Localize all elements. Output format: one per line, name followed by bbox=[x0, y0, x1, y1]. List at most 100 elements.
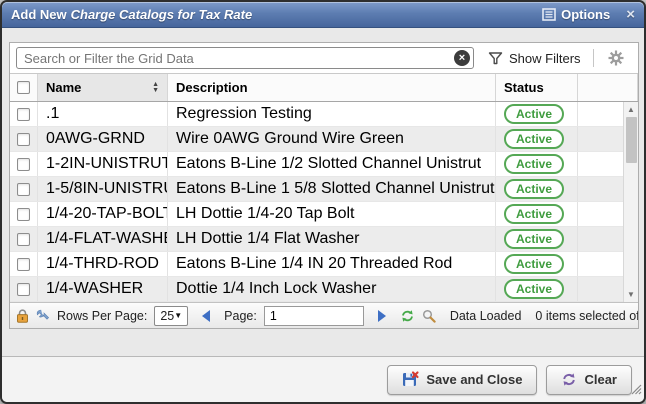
options-label: Options bbox=[561, 7, 610, 22]
search-input[interactable] bbox=[16, 47, 474, 69]
row-checkbox[interactable] bbox=[17, 208, 30, 221]
options-list-icon bbox=[542, 8, 556, 21]
row-checkbox[interactable] bbox=[17, 283, 30, 296]
status-cell: Active bbox=[496, 277, 578, 301]
resize-grip[interactable] bbox=[629, 382, 642, 400]
name-cell: 1/4-WASHER bbox=[38, 277, 168, 301]
filler-cell bbox=[578, 227, 623, 251]
checkbox-cell bbox=[10, 102, 38, 126]
grid-settings-button[interactable] bbox=[608, 50, 624, 66]
scrollbar-thumb[interactable] bbox=[626, 117, 637, 163]
add-charge-catalogs-dialog: Add New Charge Catalogs for Tax Rate Opt… bbox=[0, 0, 646, 404]
gear-icon bbox=[608, 50, 624, 66]
lock-button[interactable] bbox=[16, 309, 29, 323]
select-all-checkbox[interactable] bbox=[17, 81, 30, 94]
page-label: Page: bbox=[224, 309, 257, 323]
status-badge: Active bbox=[504, 104, 564, 124]
row-checkbox[interactable] bbox=[17, 158, 30, 171]
table-row[interactable]: 1-2IN-UNISTRUT Eatons B-Line 1/2 Slotted… bbox=[10, 152, 623, 177]
name-cell: 1/4-20-TAP-BOLT bbox=[38, 202, 168, 226]
magnifier-icon bbox=[422, 309, 436, 323]
clear-button[interactable]: Clear bbox=[546, 365, 632, 395]
name-cell: 1/4-FLAT-WASHER bbox=[38, 227, 168, 251]
table-row[interactable]: 1-5/8IN-UNISTRUT Eatons B-Line 1 5/8 Slo… bbox=[10, 177, 623, 202]
grid-footer: Rows Per Page: 25 ▼ Page: bbox=[10, 302, 638, 328]
filler-cell bbox=[578, 202, 623, 226]
description-cell: LH Dottie 1/4-20 Tap Bolt bbox=[168, 202, 496, 226]
description-cell: Regression Testing bbox=[168, 102, 496, 126]
dialog-title-prefix: Add New bbox=[11, 7, 67, 22]
refresh-button[interactable] bbox=[400, 309, 415, 323]
table-row[interactable]: 1/4-FLAT-WASHER LH Dottie 1/4 Flat Washe… bbox=[10, 227, 623, 252]
rows-per-page-value: 25 bbox=[160, 309, 174, 323]
checkbox-cell bbox=[10, 152, 38, 176]
status-cell: Active bbox=[496, 227, 578, 251]
dialog-title-entity: Charge Catalogs for Tax Rate bbox=[71, 7, 253, 22]
column-header-status[interactable]: Status bbox=[496, 74, 578, 101]
table-row[interactable]: 1/4-WASHER Dottie 1/4 Inch Lock Washer A… bbox=[10, 277, 623, 302]
checkbox-cell bbox=[10, 177, 38, 201]
filler-cell bbox=[578, 127, 623, 151]
row-checkbox[interactable] bbox=[17, 108, 30, 121]
name-cell: 0AWG-GRND bbox=[38, 127, 168, 151]
search-clear-icon[interactable]: × bbox=[454, 50, 470, 66]
filler-cell bbox=[578, 152, 623, 176]
name-cell: .1 bbox=[38, 102, 168, 126]
status-cell: Active bbox=[496, 127, 578, 151]
filler-cell bbox=[578, 102, 623, 126]
save-and-close-label: Save and Close bbox=[426, 372, 522, 387]
rows-per-page-select[interactable]: 25 ▼ bbox=[154, 306, 188, 326]
data-loaded-status: Data Loaded bbox=[450, 309, 522, 323]
options-button[interactable]: Options bbox=[542, 7, 610, 22]
search-grid-button[interactable] bbox=[422, 309, 436, 323]
save-disk-icon bbox=[402, 371, 419, 388]
filter-funnel-icon bbox=[488, 51, 503, 66]
description-cell: Eatons B-Line 1 5/8 Slotted Channel Unis… bbox=[168, 177, 496, 201]
page-number-input[interactable] bbox=[264, 306, 364, 326]
scroll-up-icon[interactable]: ▲ bbox=[624, 105, 638, 114]
table-row[interactable]: 1/4-THRD-ROD Eatons B-Line 1/4 IN 20 Thr… bbox=[10, 252, 623, 277]
description-cell: Wire 0AWG Ground Wire Green bbox=[168, 127, 496, 151]
status-cell: Active bbox=[496, 102, 578, 126]
row-checkbox[interactable] bbox=[17, 233, 30, 246]
selection-count: 0 items selected of bbox=[535, 309, 638, 323]
table-row[interactable]: .1 Regression Testing Active bbox=[10, 102, 623, 127]
next-page-button[interactable] bbox=[378, 310, 386, 322]
resize-grip-icon bbox=[629, 382, 642, 395]
chevron-down-icon: ▼ bbox=[174, 311, 182, 320]
lock-icon bbox=[16, 309, 29, 323]
table-row[interactable]: 1/4-20-TAP-BOLT LH Dottie 1/4-20 Tap Bol… bbox=[10, 202, 623, 227]
row-checkbox[interactable] bbox=[17, 133, 30, 146]
column-header-name[interactable]: Name ▲ ▼ bbox=[38, 74, 168, 101]
previous-page-button[interactable] bbox=[202, 310, 210, 322]
row-checkbox[interactable] bbox=[17, 183, 30, 196]
description-cell: Eatons B-Line 1/2 Slotted Channel Unistr… bbox=[168, 152, 496, 176]
description-cell: Dottie 1/4 Inch Lock Washer bbox=[168, 277, 496, 301]
status-badge: Active bbox=[504, 279, 564, 299]
close-icon[interactable]: × bbox=[626, 7, 635, 22]
grid-body: .1 Regression Testing Active 0AWG-GRND W… bbox=[10, 102, 638, 302]
show-filters-label: Show Filters bbox=[509, 51, 581, 66]
wrench-icon bbox=[36, 309, 50, 323]
filler-cell bbox=[578, 177, 623, 201]
column-header-description[interactable]: Description bbox=[168, 74, 496, 101]
grid-rows: .1 Regression Testing Active 0AWG-GRND W… bbox=[10, 102, 623, 302]
save-and-close-button[interactable]: Save and Close bbox=[387, 365, 537, 395]
show-filters-button[interactable]: Show Filters bbox=[488, 51, 581, 66]
toolbar-separator bbox=[593, 49, 594, 67]
scroll-down-icon[interactable]: ▼ bbox=[624, 290, 638, 299]
rows-per-page-label: Rows Per Page: bbox=[57, 309, 147, 323]
vertical-scrollbar[interactable]: ▲ ▼ bbox=[623, 102, 638, 302]
header-checkbox-cell bbox=[10, 74, 38, 101]
name-cell: 1-2IN-UNISTRUT bbox=[38, 152, 168, 176]
checkbox-cell bbox=[10, 252, 38, 276]
sort-icon[interactable]: ▲ ▼ bbox=[152, 82, 159, 94]
description-cell: LH Dottie 1/4 Flat Washer bbox=[168, 227, 496, 251]
filler-cell bbox=[578, 277, 623, 301]
tools-button[interactable] bbox=[36, 309, 50, 323]
row-checkbox[interactable] bbox=[17, 258, 30, 271]
table-row[interactable]: 0AWG-GRND Wire 0AWG Ground Wire Green Ac… bbox=[10, 127, 623, 152]
search-wrap: × bbox=[16, 47, 474, 69]
status-badge: Active bbox=[504, 179, 564, 199]
checkbox-cell bbox=[10, 277, 38, 301]
